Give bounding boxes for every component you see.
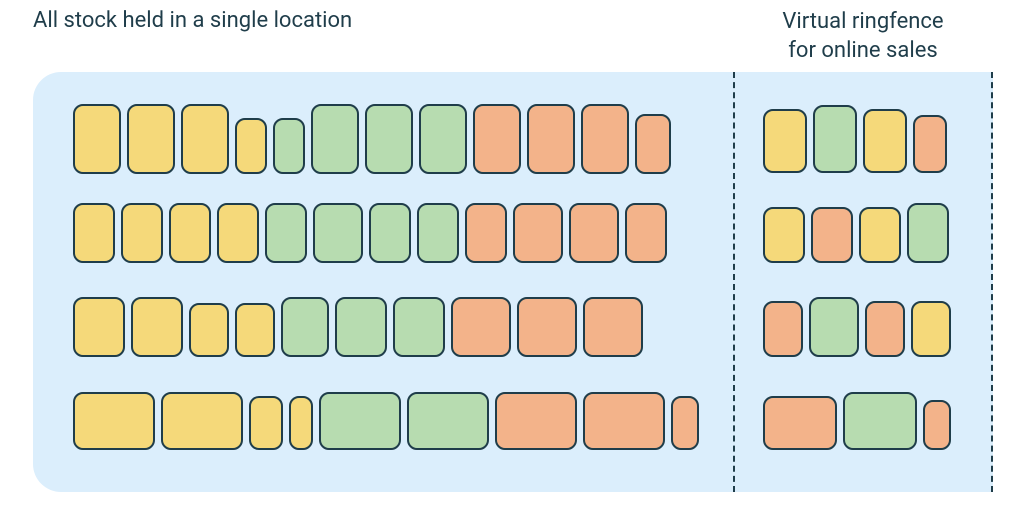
- main-stock-group: [73, 104, 713, 174]
- container-right-fill: [965, 72, 993, 492]
- stock-block-green: [393, 297, 445, 357]
- stock-block-green: [419, 104, 467, 174]
- stock-block-yellow: [249, 396, 283, 450]
- container-open-edge: [991, 72, 993, 492]
- stock-block-orange: [865, 301, 905, 357]
- stock-block-orange: [583, 392, 665, 450]
- stock-block-yellow: [859, 207, 901, 263]
- stock-block-green: [273, 118, 305, 174]
- stock-block-orange: [671, 396, 699, 450]
- stock-block-green: [813, 105, 857, 173]
- stock-block-orange: [465, 203, 507, 263]
- stock-block-yellow: [235, 303, 275, 357]
- labels-row: All stock held in a single location Virt…: [33, 0, 993, 72]
- stock-block-green: [365, 104, 413, 174]
- stock-block-green: [809, 297, 859, 357]
- stock-grid: [73, 104, 993, 456]
- label-virtual-ringfence-line1: Virtual ringfence: [782, 9, 943, 34]
- stock-block-yellow: [189, 303, 229, 357]
- stock-block-yellow: [121, 203, 163, 263]
- stock-block-orange: [517, 297, 577, 357]
- stock-block-orange: [513, 203, 563, 263]
- stock-row: [73, 292, 993, 362]
- stock-block-yellow: [127, 104, 175, 174]
- stock-container: [33, 72, 993, 492]
- row-gap: [713, 198, 763, 268]
- stock-block-yellow: [131, 297, 183, 357]
- stock-block-orange: [763, 396, 837, 450]
- stock-block-orange: [913, 115, 947, 173]
- stock-block-yellow: [161, 392, 243, 450]
- stock-block-green: [417, 203, 459, 263]
- stock-block-yellow: [763, 207, 805, 263]
- stock-block-yellow: [73, 203, 115, 263]
- main-stock-group: [73, 297, 713, 357]
- row-gap: [713, 104, 763, 174]
- stock-block-orange: [527, 104, 575, 174]
- main-stock-group: [73, 392, 713, 450]
- stock-block-yellow: [911, 301, 951, 357]
- ringfence-stock-group: [763, 105, 993, 173]
- stock-block-yellow: [289, 396, 313, 450]
- stock-block-orange: [583, 297, 643, 357]
- stock-block-yellow: [217, 203, 259, 263]
- stock-block-yellow: [181, 104, 229, 174]
- stock-block-green: [407, 392, 489, 450]
- label-virtual-ringfence: Virtual ringfence for online sales: [733, 0, 993, 65]
- stock-block-yellow: [863, 109, 907, 173]
- stock-block-orange: [451, 297, 511, 357]
- row-gap: [713, 292, 763, 362]
- stock-block-yellow: [73, 104, 121, 174]
- stock-row: [73, 386, 993, 456]
- stock-block-green: [319, 392, 401, 450]
- stock-block-orange: [473, 104, 521, 174]
- main-stock-group: [73, 203, 713, 263]
- stock-row: [73, 198, 993, 268]
- label-virtual-ringfence-line2: for online sales: [788, 38, 937, 63]
- ringfence-stock-group: [763, 297, 993, 357]
- stock-block-green: [281, 297, 329, 357]
- stock-block-orange: [625, 203, 667, 263]
- stock-block-orange: [635, 114, 671, 174]
- stock-row: [73, 104, 993, 174]
- stock-block-green: [313, 203, 363, 263]
- label-all-stock: All stock held in a single location: [33, 0, 733, 33]
- stock-block-orange: [811, 207, 853, 263]
- stock-block-orange: [581, 104, 629, 174]
- stock-block-orange: [495, 392, 577, 450]
- stock-block-green: [907, 203, 949, 263]
- ringfence-stock-group: [763, 203, 993, 263]
- stock-block-yellow: [763, 109, 807, 173]
- stock-block-orange: [923, 400, 951, 450]
- stock-block-yellow: [73, 297, 125, 357]
- ringfence-stock-group: [763, 392, 993, 450]
- stock-block-green: [265, 203, 307, 263]
- stock-block-yellow: [169, 203, 211, 263]
- stock-block-green: [335, 297, 387, 357]
- row-gap: [713, 386, 763, 456]
- stock-block-yellow: [73, 392, 155, 450]
- stock-block-green: [311, 104, 359, 174]
- stock-block-orange: [569, 203, 619, 263]
- stock-block-orange: [763, 301, 803, 357]
- stock-block-green: [843, 392, 917, 450]
- stock-block-green: [369, 203, 411, 263]
- stock-block-yellow: [235, 118, 267, 174]
